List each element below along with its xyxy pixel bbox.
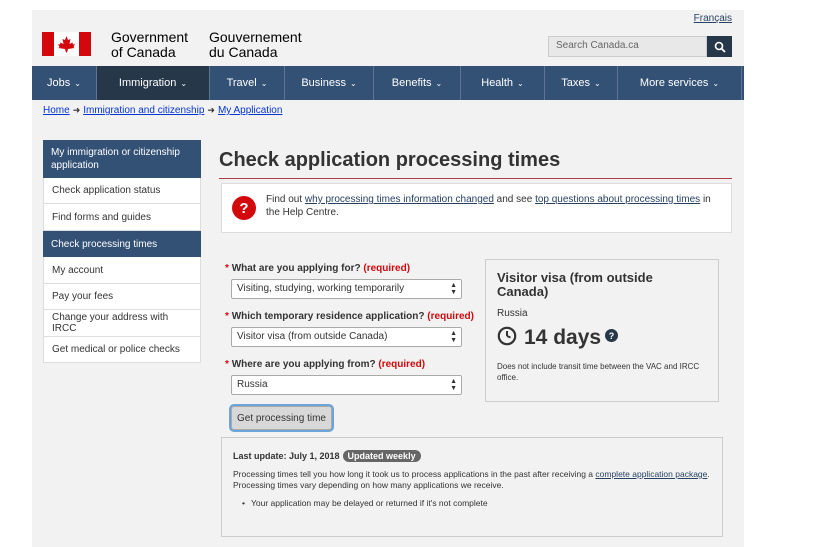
sidenav-item-check-status[interactable]: Check application status xyxy=(43,178,201,204)
info-panel: Last update: July 1, 2018 Updated weekly … xyxy=(221,437,723,537)
sidenav-item-pay-fees[interactable]: Pay your fees xyxy=(43,284,201,310)
menu-jobs[interactable]: Jobs ⌄ xyxy=(32,66,97,100)
sidenav-heading[interactable]: My immigration or citizenship applicatio… xyxy=(43,140,201,178)
question-1-label: * What are you applying for? (required) xyxy=(225,263,411,274)
chevron-down-icon: ⌄ xyxy=(260,78,268,88)
search-input[interactable]: Search Canada.ca xyxy=(548,36,707,57)
page-title: Check application processing times xyxy=(219,149,561,171)
arrow-right-icon: ➜ xyxy=(207,105,215,115)
top-questions-link[interactable]: top questions about processing times xyxy=(535,194,700,205)
sidenav-item-change-address[interactable]: Change your address with IRCC xyxy=(43,310,201,337)
menu-business[interactable]: Business ⌄ xyxy=(285,66,374,100)
chevron-down-icon: ⌄ xyxy=(435,78,443,88)
side-navigation: My immigration or citizenship applicatio… xyxy=(43,140,201,363)
select-arrows-icon: ▲ ▼ xyxy=(450,282,457,296)
applying-from-select[interactable]: Russia ▲ ▼ xyxy=(231,375,462,395)
search-button[interactable] xyxy=(707,36,732,57)
page: Français Government of Canada Gouvernemen… xyxy=(32,10,744,547)
result-note: Does not include transit time between th… xyxy=(497,362,700,382)
chevron-down-icon: ⌄ xyxy=(712,78,720,88)
sidenav-item-forms-guides[interactable]: Find forms and guides xyxy=(43,204,201,231)
application-type-select[interactable]: Visiting, studying, working temporarily … xyxy=(231,279,462,299)
complete-package-link[interactable]: complete application package xyxy=(595,469,707,479)
language-toggle-link[interactable]: Français xyxy=(694,13,732,24)
info-text: Processing times tell you how long it to… xyxy=(233,469,710,490)
question-3-label: * Where are you applying from? (required… xyxy=(225,359,426,370)
result-title: Visitor visa (from outside Canada) xyxy=(497,270,653,299)
breadcrumb: Home ➜ Immigration and citizenship ➜ My Appl… xyxy=(43,105,282,116)
signature-french: Gouvernement du Canada xyxy=(209,29,302,60)
help-question-icon[interactable]: ? xyxy=(605,329,618,342)
menu-taxes[interactable]: Taxes ⌄ xyxy=(545,66,618,100)
canada-flag-icon xyxy=(42,32,91,56)
temporary-residence-select[interactable]: Visitor visa (from outside Canada) ▲ ▼ xyxy=(231,327,462,347)
breadcrumb-immigration[interactable]: Immigration and citizenship xyxy=(83,105,204,116)
select-arrows-icon: ▲ ▼ xyxy=(450,330,457,344)
title-underline xyxy=(219,178,732,179)
why-changed-link[interactable]: why processing times information changed xyxy=(305,194,494,205)
arrow-right-icon: ➜ xyxy=(72,105,81,115)
clock-icon xyxy=(497,326,517,346)
sidenav-item-processing-times[interactable]: Check processing times xyxy=(43,231,201,257)
menu-immigration[interactable]: Immigration ⌄ xyxy=(97,66,210,100)
signature-english: Government of Canada xyxy=(111,29,189,60)
result-panel: Visitor visa (from outside Canada) Russi… xyxy=(485,259,719,402)
notice-text: Find out why processing times informatio… xyxy=(266,194,711,218)
chevron-down-icon: ⌄ xyxy=(74,78,81,88)
search-icon xyxy=(714,41,726,53)
main-menu: Jobs ⌄ Immigration ⌄ Travel ⌄ Business ⌄ Ben… xyxy=(32,66,744,100)
menu-benefits[interactable]: Benefits ⌄ xyxy=(374,66,461,100)
menu-travel[interactable]: Travel ⌄ xyxy=(210,66,285,100)
get-processing-time-button[interactable]: Get processing time xyxy=(231,406,332,430)
help-notice: ? Find out why processing times informat… xyxy=(221,183,732,233)
last-update: Last update: July 1, 2018 Updated weekly xyxy=(233,450,421,462)
bullet-icon: • xyxy=(242,498,245,508)
question-icon: ? xyxy=(232,196,256,220)
breadcrumb-home[interactable]: Home xyxy=(43,105,70,116)
updated-weekly-badge: Updated weekly xyxy=(342,450,421,462)
sidenav-item-medical-police[interactable]: Get medical or police checks xyxy=(43,337,201,363)
menu-more-services[interactable]: More services ⌄ xyxy=(618,66,742,100)
question-2-label: * Which temporary residence application?… xyxy=(225,311,474,322)
sidenav-item-my-account[interactable]: My account xyxy=(43,257,201,284)
result-country: Russia xyxy=(497,308,528,319)
chevron-down-icon: ⌄ xyxy=(180,78,188,88)
processing-time-value: 14 days xyxy=(524,326,602,349)
select-arrows-icon: ▲ ▼ xyxy=(450,378,457,392)
chevron-down-icon: ⌄ xyxy=(594,78,601,88)
info-list: • Your application may be delayed or retu… xyxy=(233,498,488,508)
list-item: Your application may be delayed or retur… xyxy=(250,498,488,508)
chevron-down-icon: ⌄ xyxy=(349,78,357,88)
menu-health[interactable]: Health ⌄ xyxy=(461,66,545,100)
breadcrumb-my-application[interactable]: My Application xyxy=(218,105,282,116)
chevron-down-icon: ⌄ xyxy=(517,78,524,88)
